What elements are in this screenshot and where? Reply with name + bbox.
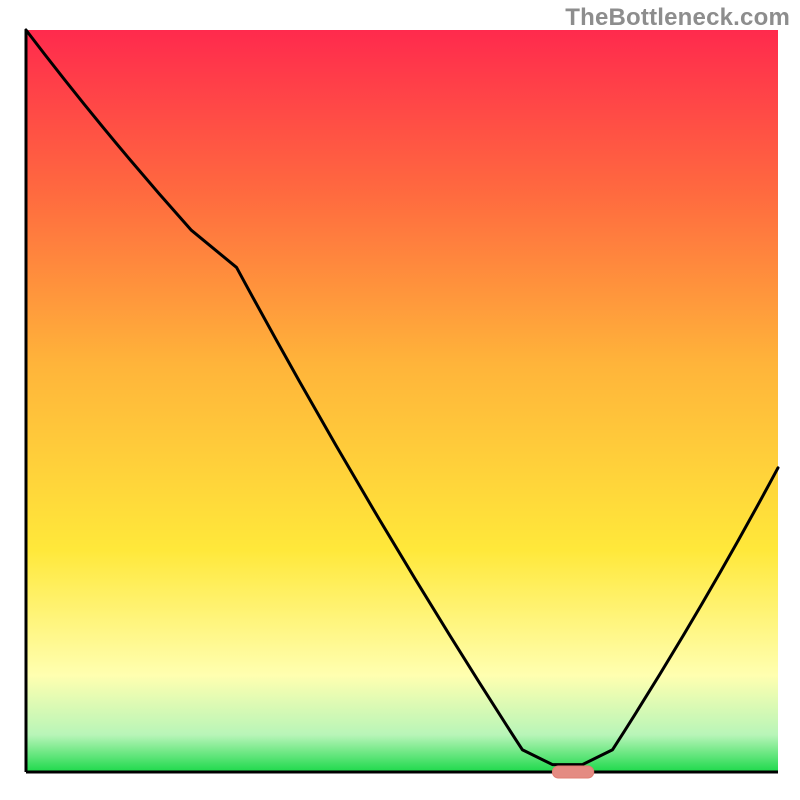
plot-background (26, 30, 778, 772)
chart-canvas: TheBottleneck.com (0, 0, 800, 800)
bottleneck-chart (0, 0, 800, 800)
optimal-range-marker (552, 766, 593, 778)
watermark-text: TheBottleneck.com (565, 4, 790, 32)
